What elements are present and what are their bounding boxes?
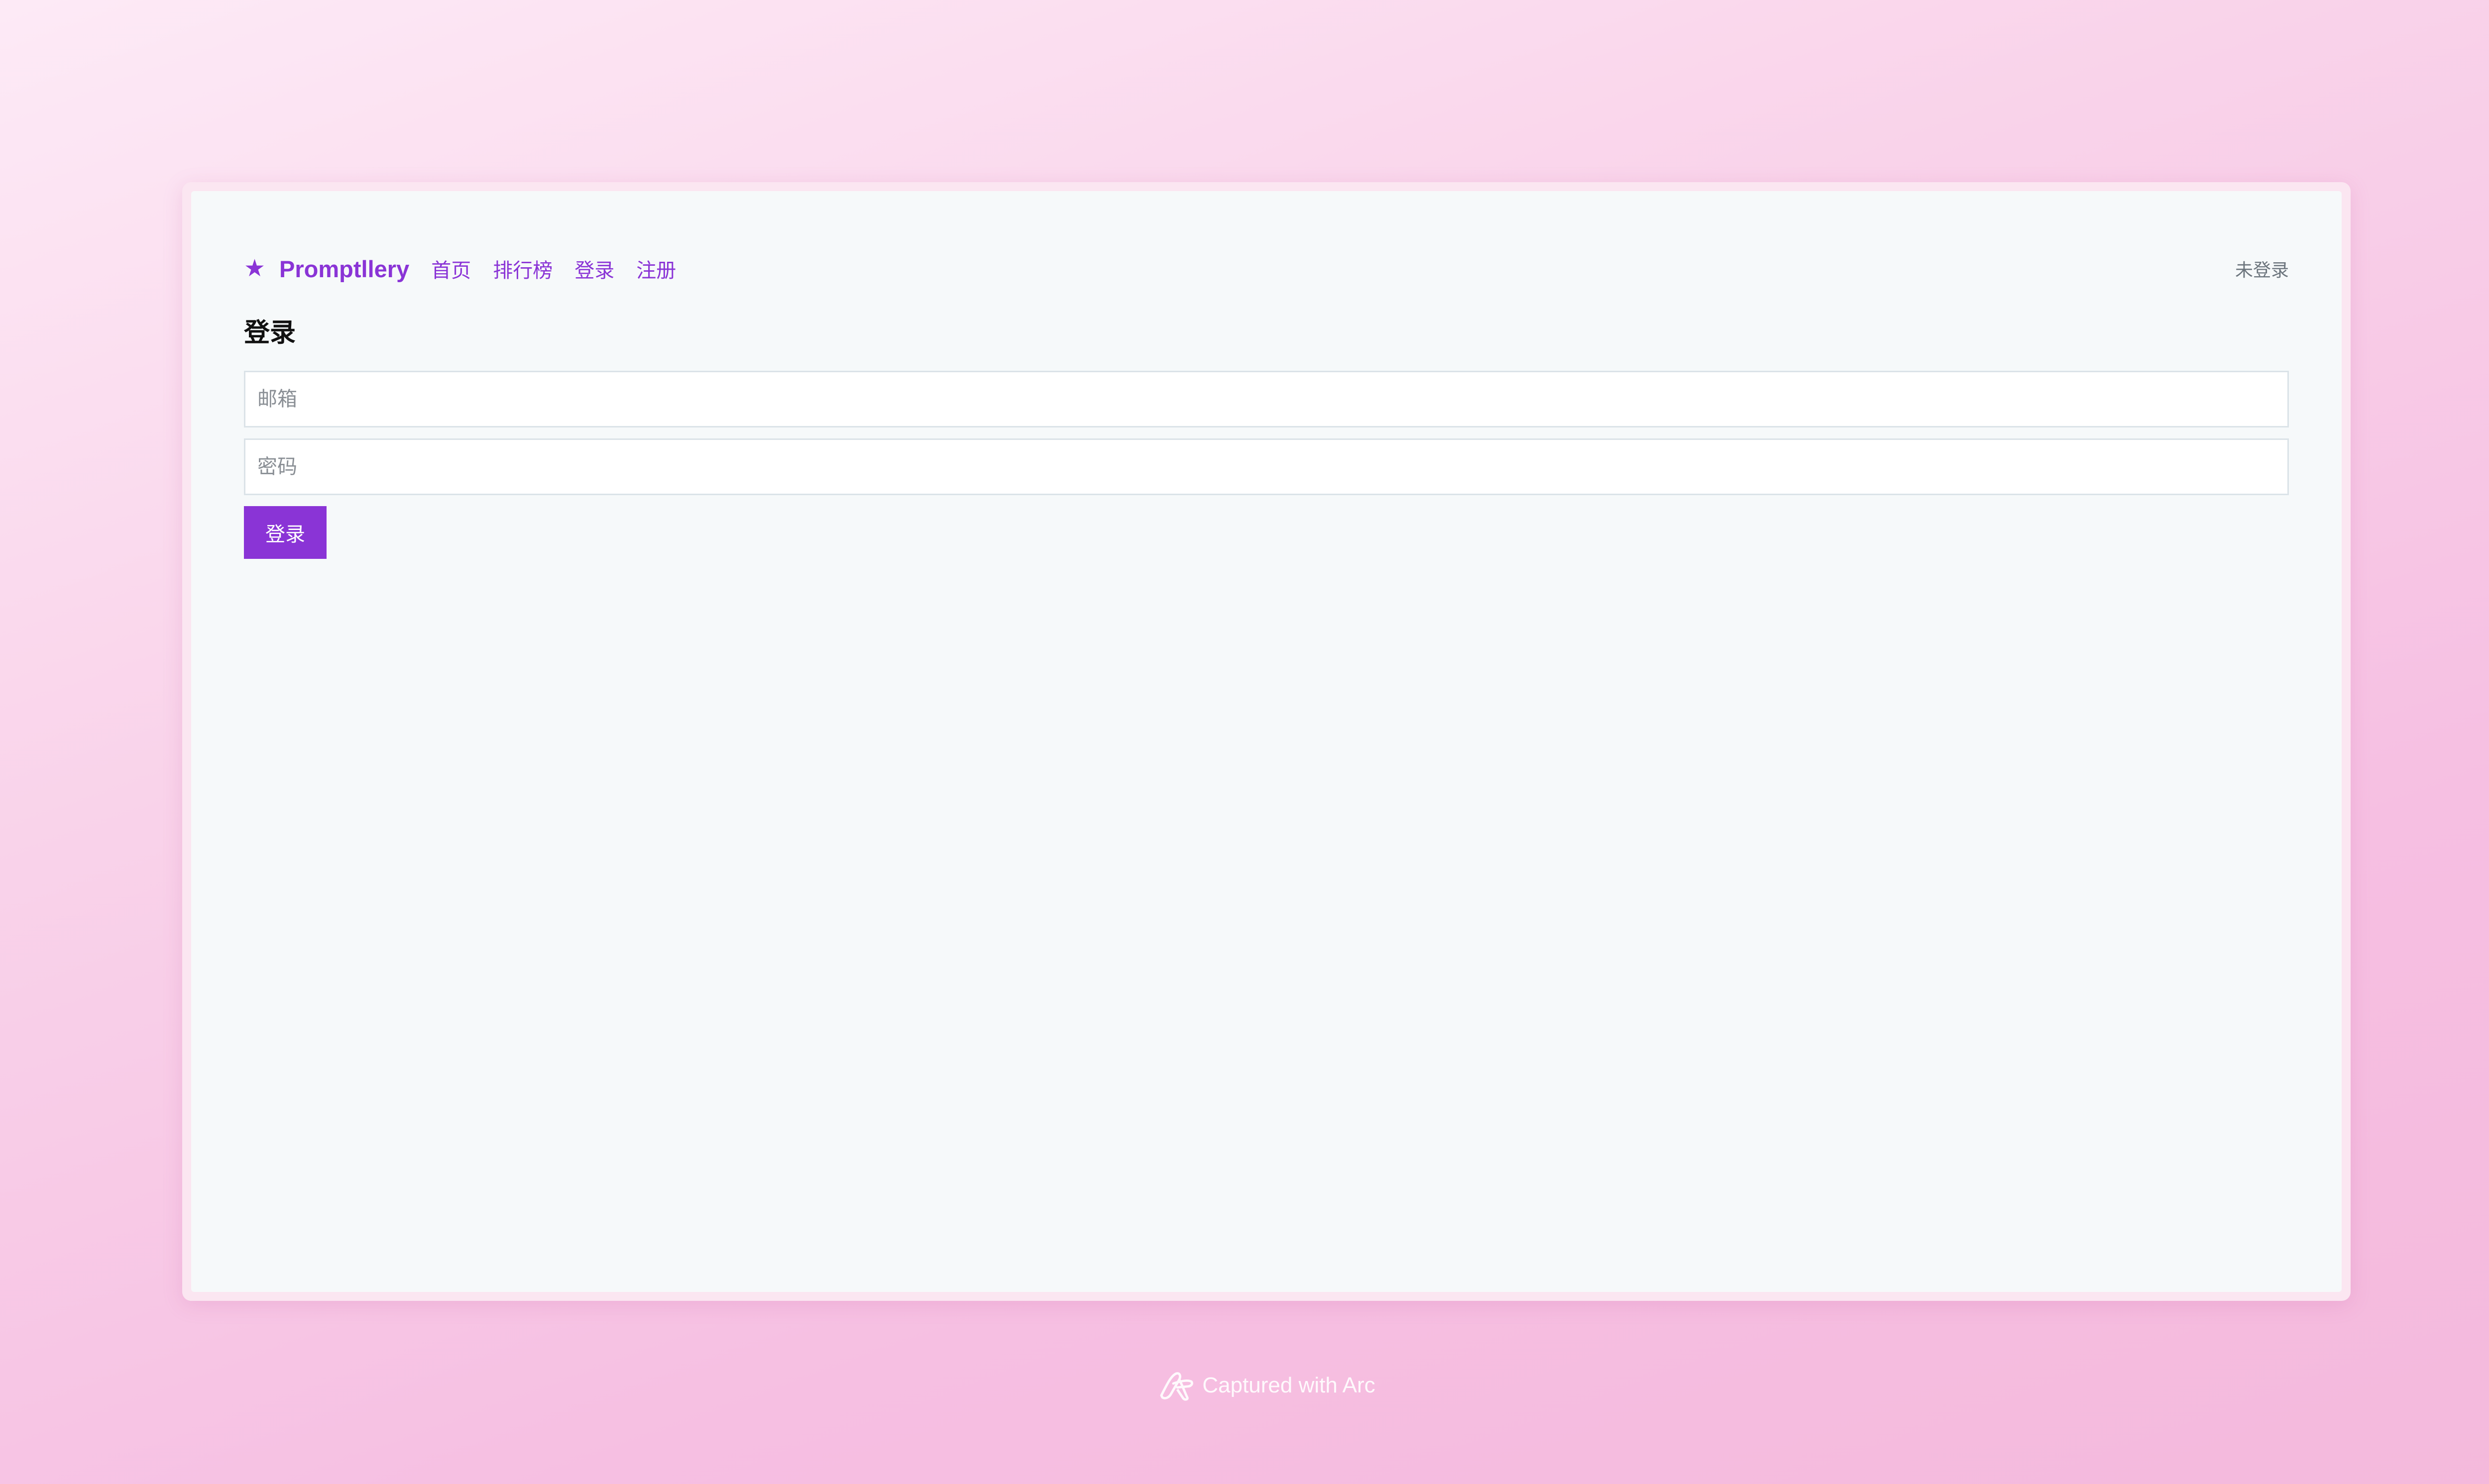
page-viewport: ★ Promptllery 首页 排行榜 登录 注册 未登录 登录 登录 — [191, 191, 2342, 1292]
arc-logo-icon — [1160, 1372, 1194, 1401]
page-content: ★ Promptllery 首页 排行榜 登录 注册 未登录 登录 登录 — [244, 191, 2289, 559]
nav-link-register[interactable]: 注册 — [636, 254, 676, 283]
page-title: 登录 — [244, 318, 296, 347]
password-field[interactable] — [244, 438, 2289, 495]
brand-link[interactable]: ★ Promptllery — [244, 255, 409, 283]
brand-name: Promptllery — [279, 255, 410, 282]
nav-link-leaderboard[interactable]: 排行榜 — [493, 254, 553, 283]
nav-link-login[interactable]: 登录 — [574, 254, 614, 283]
capture-caption-text: Captured with Arc — [1202, 1373, 1375, 1397]
email-field[interactable] — [244, 371, 2289, 427]
nav-link-home[interactable]: 首页 — [431, 254, 471, 283]
capture-caption: Captured with Arc — [0, 1370, 2489, 1401]
login-button[interactable]: 登录 — [244, 506, 327, 559]
user-status: 未登录 — [2235, 260, 2289, 280]
browser-window: ★ Promptllery 首页 排行榜 登录 注册 未登录 登录 登录 — [182, 182, 2351, 1301]
star-icon: ★ — [244, 255, 266, 282]
navbar: ★ Promptllery 首页 排行榜 登录 注册 未登录 — [244, 244, 2289, 294]
